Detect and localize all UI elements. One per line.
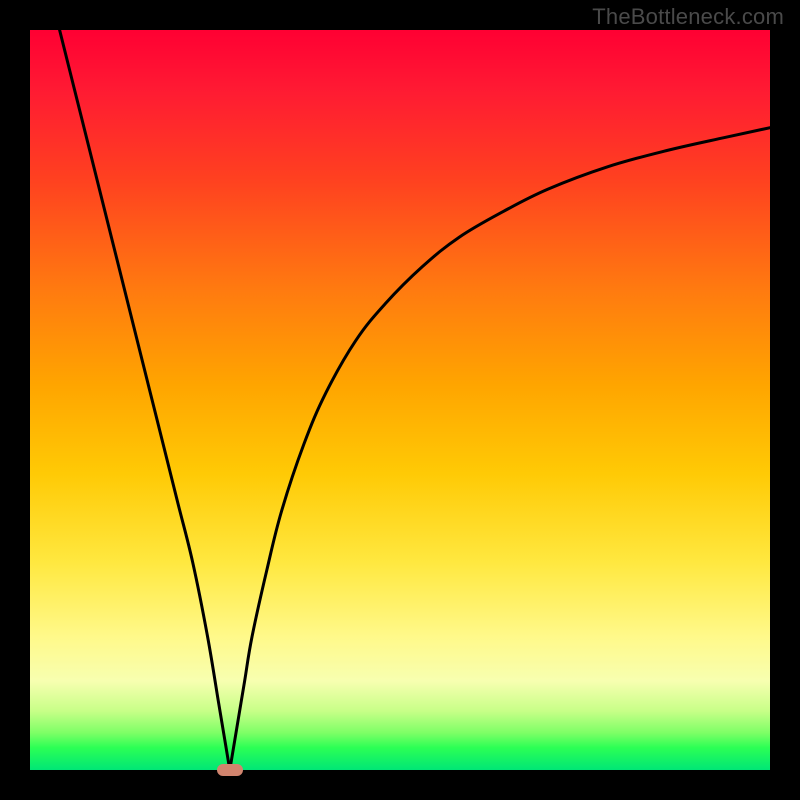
- curve-left-branch: [60, 30, 230, 770]
- plot-area: [30, 30, 770, 770]
- chart-frame: TheBottleneck.com: [0, 0, 800, 800]
- bottleneck-marker: [217, 764, 243, 776]
- curve-right-branch: [230, 128, 770, 770]
- watermark-text: TheBottleneck.com: [592, 4, 784, 30]
- curve-svg: [30, 30, 770, 770]
